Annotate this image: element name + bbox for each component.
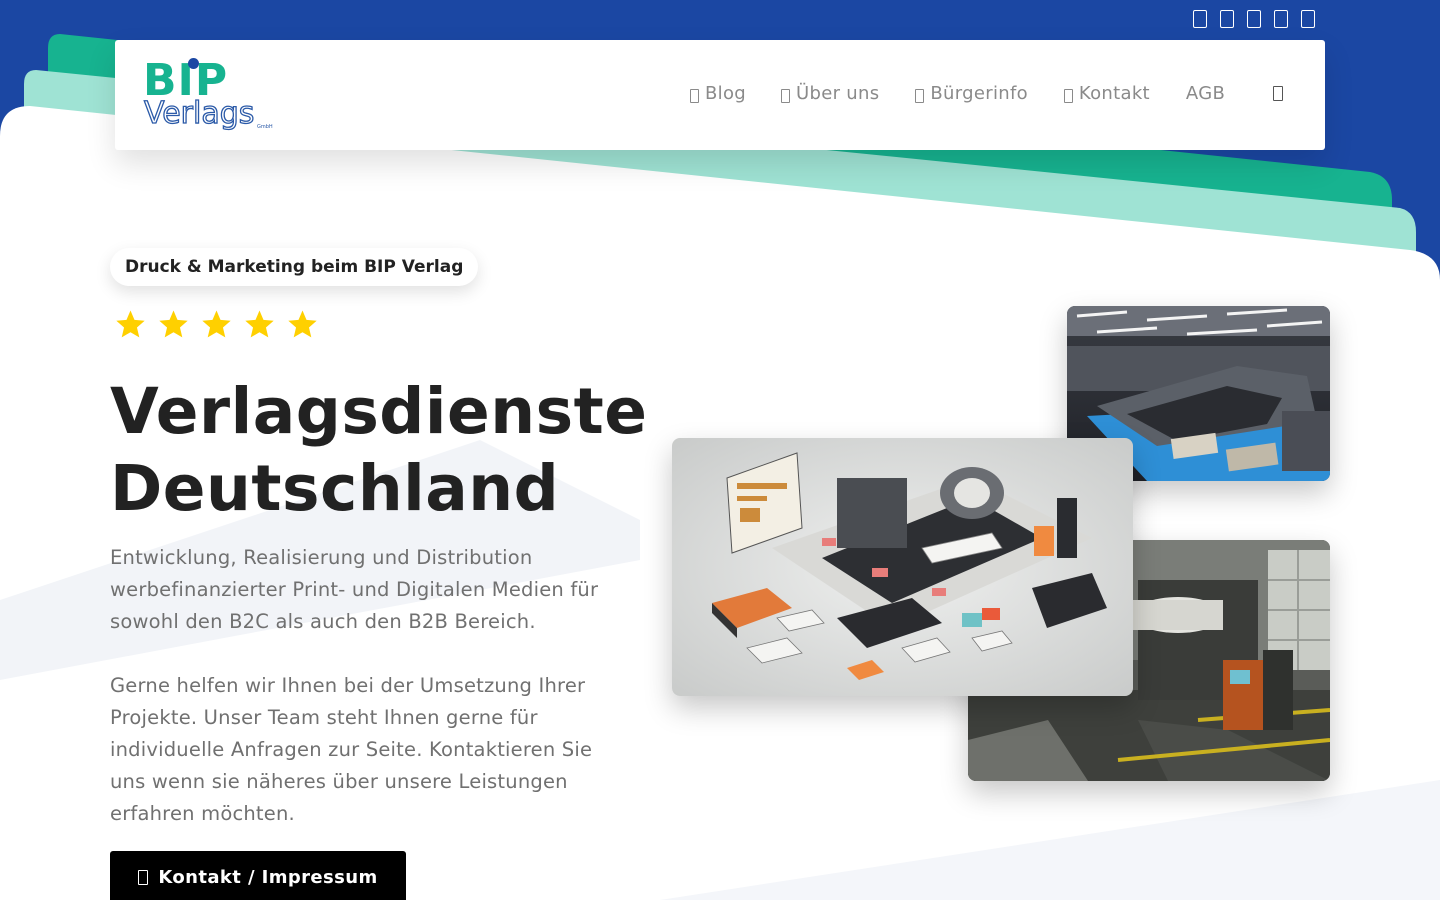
button-label: Kontakt / Impressum <box>158 866 378 888</box>
nav-label: Bürgerinfo <box>930 83 1028 104</box>
nav-item-kontakt[interactable]: Kontakt <box>1063 83 1150 104</box>
nav-label: Über uns <box>796 83 880 104</box>
nav-label: Kontakt <box>1078 83 1150 104</box>
nav-label: Blog <box>705 83 746 104</box>
star-icon <box>288 310 317 338</box>
nav-item-buergerinfo[interactable]: Bürgerinfo <box>915 83 1028 104</box>
hero-paragraph-1: Entwicklung, Realisierung und Distributi… <box>110 546 599 633</box>
star-icon <box>116 310 145 338</box>
social-links <box>1193 10 1315 28</box>
nav-item-about[interactable]: Über uns <box>781 83 879 104</box>
blog-icon <box>690 88 699 103</box>
navbar: BIP Verlags GmbH Blog Über uns Bürgerinf… <box>115 40 1325 150</box>
logo-dot <box>188 58 199 69</box>
hero-tag: Druck & Marketing beim BIP Verlag <box>110 248 479 286</box>
star-icon <box>245 310 274 338</box>
logo-verlags: Verlags <box>143 96 255 131</box>
social-icon-2[interactable] <box>1220 10 1234 28</box>
social-icon-5[interactable] <box>1301 10 1315 28</box>
contact-imprint-button[interactable]: Kontakt / Impressum <box>110 851 406 900</box>
social-icon-4[interactable] <box>1274 10 1288 28</box>
nav-label: AGB <box>1185 83 1226 104</box>
main-nav: Blog Über uns Bürgerinfo Kontakt AGB <box>690 83 1225 104</box>
social-icon-1[interactable] <box>1193 10 1207 28</box>
contact-card-icon <box>138 869 149 885</box>
hero-title-line1: Verlagsdienste <box>110 375 648 448</box>
nav-item-blog[interactable]: Blog <box>690 83 746 104</box>
hero-title: Verlagsdienste Deutschland <box>110 373 647 527</box>
info-icon <box>915 88 925 103</box>
about-icon <box>781 88 790 103</box>
star-icon <box>159 310 188 338</box>
social-icon-3[interactable] <box>1247 10 1261 28</box>
logo[interactable]: BIP Verlags GmbH <box>143 56 283 136</box>
star-icon <box>202 310 231 338</box>
isometric-print-factory-illustration <box>672 438 1133 696</box>
logo-gmbh: GmbH <box>257 124 273 130</box>
contact-icon <box>1063 88 1073 103</box>
search-icon[interactable] <box>1273 86 1283 101</box>
rating-stars <box>114 308 319 341</box>
hero-paragraph-2: Gerne helfen wir Ihnen bei der Umsetzung… <box>110 674 593 825</box>
nav-item-agb[interactable]: AGB <box>1186 83 1225 104</box>
hero-title-line2: Deutschland <box>110 452 560 525</box>
